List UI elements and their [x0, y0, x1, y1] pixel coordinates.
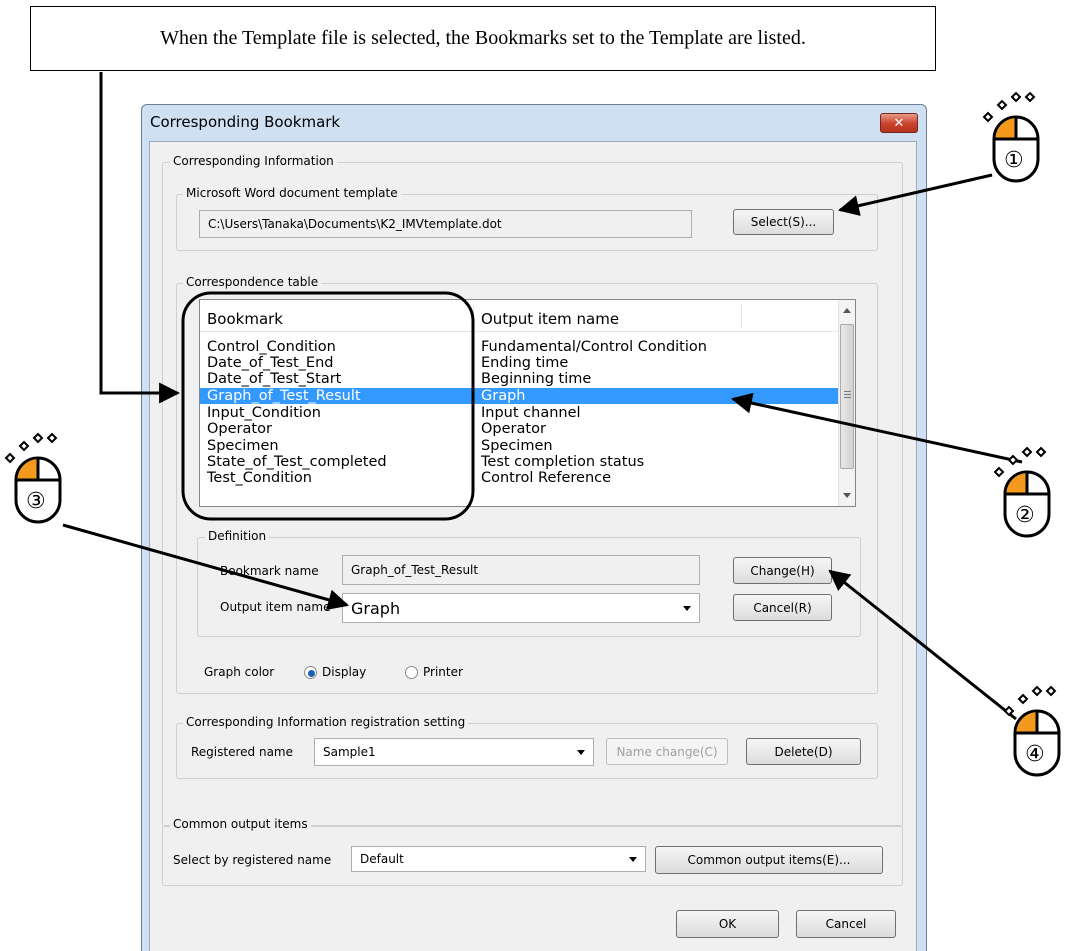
step3-label: ③ [26, 489, 46, 514]
arrow-step3 [62, 523, 350, 610]
annotation-overlay [62, 72, 1023, 721]
arrow-step2 [730, 392, 1023, 464]
step4-label: ④ [1025, 742, 1045, 767]
step2-label: ② [1015, 503, 1035, 528]
arrow-step1 [837, 173, 993, 216]
step1-label: ① [1004, 148, 1024, 173]
arrow-step4 [828, 569, 1017, 721]
callout-connector-arrow [99, 72, 181, 404]
bookmark-column-highlight [181, 291, 475, 521]
